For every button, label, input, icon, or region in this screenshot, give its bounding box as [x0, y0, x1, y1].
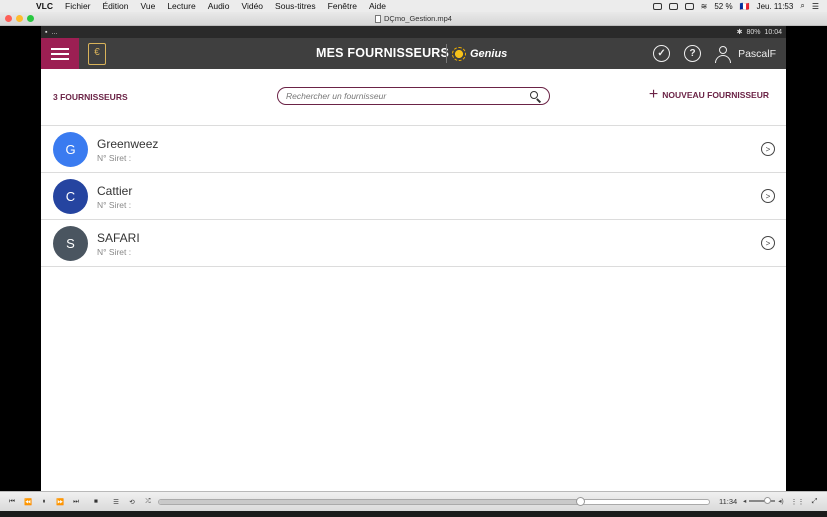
menu-audio[interactable]: Audio — [208, 1, 230, 11]
check-icon[interactable]: ✓ — [653, 45, 671, 62]
playlist-icon[interactable]: ☰ — [109, 496, 123, 507]
bluetooth-icon: ✱ — [736, 29, 743, 36]
user-name: PascalF — [738, 47, 776, 60]
supplier-count: 3 FOURNISSEURS — [53, 92, 128, 102]
fullscreen-icon[interactable]: ⤢ — [808, 496, 821, 507]
player-extra-buttons: ⋮⋮ ⤢ — [791, 496, 821, 507]
new-supplier-label: NOUVEAU FOURNISSEUR — [662, 90, 769, 100]
close-window-button[interactable] — [5, 15, 12, 22]
new-supplier-button[interactable]: + NOUVEAU FOURNISSEUR — [648, 86, 769, 103]
dropbox-icon[interactable] — [652, 2, 662, 10]
sun-icon — [452, 46, 466, 61]
chevron-right-icon[interactable]: > — [761, 189, 775, 203]
menu-app-name[interactable]: VLC — [36, 1, 53, 11]
search-input[interactable]: Rechercher un fournisseur — [277, 87, 550, 105]
header-divider — [446, 44, 447, 63]
supplier-row[interactable]: S SAFARI N° Siret : > — [41, 220, 786, 267]
device-battery: 80% — [746, 28, 761, 36]
hamburger-menu-button[interactable] — [41, 38, 79, 69]
brand-name: Genius — [470, 47, 508, 60]
camera-icon: ▪ — [45, 28, 48, 36]
menu-aide[interactable]: Aide — [369, 1, 386, 11]
seek-handle[interactable] — [575, 497, 585, 506]
user-menu[interactable]: PascalF — [715, 45, 776, 63]
avatar: C — [53, 179, 88, 214]
avatar: S — [53, 226, 88, 261]
rewind-icon[interactable]: ⏪ — [21, 496, 35, 507]
document-icon — [375, 14, 382, 23]
supplier-row[interactable]: C Cattier N° Siret : > — [41, 173, 786, 220]
device-time: 10:04 — [764, 28, 782, 36]
supplier-siret: N° Siret : — [97, 153, 132, 163]
seek-progress — [159, 500, 580, 504]
device-statusbar: ▪ ... ✱ 80% 10:04 — [41, 26, 786, 38]
tablet-screen: ▪ ... ✱ 80% 10:04 € MES FOURNISSEURS Gen… — [41, 26, 786, 491]
supplier-row[interactable]: G Greenweez N° Siret : > — [41, 126, 786, 173]
menu-sous-titres[interactable]: Sous-titres — [275, 1, 316, 11]
equalizer-icon[interactable]: ⋮⋮ — [791, 496, 805, 507]
search-icon[interactable] — [530, 90, 542, 103]
pause-icon[interactable]: ⏸ — [37, 496, 51, 507]
supplier-name: Greenweez — [97, 137, 159, 151]
device-status-left: ... — [51, 28, 58, 36]
menu-fichier[interactable]: Fichier — [65, 1, 91, 11]
stop-icon[interactable]: ■ — [89, 496, 103, 507]
video-area[interactable]: ▪ ... ✱ 80% 10:04 € MES FOURNISSEURS Gen… — [0, 26, 827, 491]
help-icon[interactable]: ? — [684, 45, 702, 62]
menu-vue[interactable]: Vue — [141, 1, 156, 11]
supplier-name: SAFARI — [97, 231, 140, 245]
app-header: € MES FOURNISSEURS Genius ✓ ? PascalF — [41, 38, 786, 69]
loop-icon[interactable]: ⟲ — [125, 496, 139, 507]
search-placeholder: Rechercher un fournisseur — [286, 91, 387, 101]
fast-forward-icon[interactable]: ⏩ — [53, 496, 67, 507]
volume-high-icon[interactable]: ◂) — [778, 497, 783, 505]
notification-icon[interactable]: ☰ — [812, 2, 819, 11]
avatar: G — [53, 132, 88, 167]
chevron-right-icon[interactable]: > — [761, 142, 775, 156]
player-controls: ⏮ ⏪ ⏸ ⏩ ⏭ ■ ☰ ⟲ ⤮ 11:34 ◂ ◂) ⋮⋮ ⤢ — [0, 491, 827, 511]
header-actions: ✓ ? PascalF — [653, 38, 776, 69]
traffic-lights — [5, 15, 34, 22]
plus-icon: + — [648, 86, 659, 103]
supplier-siret: N° Siret : — [97, 247, 132, 257]
elapsed-time: 11:34 — [719, 497, 738, 506]
supplier-siret: N° Siret : — [97, 200, 132, 210]
menu-video[interactable]: Vidéo — [241, 1, 263, 11]
flag-icon[interactable]: 🇫🇷 — [740, 2, 750, 11]
window-title: DÇmo_Gestion.mp4 — [384, 14, 452, 23]
menu-fenetre[interactable]: Fenêtre — [328, 1, 357, 11]
volume-control[interactable]: ◂ ◂) — [743, 497, 784, 505]
menubar-status-area: ≋ 52 % 🇫🇷 Jeu. 11:53 ⌕ ☰ — [652, 0, 819, 12]
menu-edition[interactable]: Édition — [103, 1, 129, 11]
minimize-window-button[interactable] — [16, 15, 23, 22]
euro-ledger-icon[interactable]: € — [88, 42, 106, 65]
cloud-icon[interactable] — [668, 2, 678, 10]
bottom-strip — [0, 511, 827, 517]
menu-lecture[interactable]: Lecture — [167, 1, 195, 11]
page-title: MES FOURNISSEURS — [316, 46, 450, 60]
supplier-name: Cattier — [97, 184, 133, 198]
shuffle-icon[interactable]: ⤮ — [141, 496, 155, 507]
battery-percent[interactable]: 52 % — [714, 2, 732, 11]
user-icon — [715, 45, 732, 63]
menubar-clock[interactable]: Jeu. 11:53 — [757, 2, 794, 11]
mac-menubar: VLC Fichier Édition Vue Lecture Audio Vi… — [0, 0, 827, 12]
list-toolbar: 3 FOURNISSEURS Rechercher un fournisseur… — [41, 69, 786, 125]
spotlight-icon[interactable]: ⌕ — [800, 1, 804, 11]
skip-back-icon[interactable]: ⏮ — [5, 496, 19, 507]
airplay-icon[interactable] — [684, 2, 694, 10]
wifi-icon[interactable]: ≋ — [701, 2, 708, 11]
chevron-right-icon[interactable]: > — [761, 236, 775, 250]
window-titlebar: DÇmo_Gestion.mp4 — [0, 12, 827, 26]
supplier-list: G Greenweez N° Siret : > C Cattier N° Si… — [41, 125, 786, 267]
volume-low-icon[interactable]: ◂ — [743, 497, 746, 505]
volume-handle[interactable] — [764, 497, 772, 504]
zoom-window-button[interactable] — [27, 15, 34, 22]
seek-bar[interactable] — [158, 497, 710, 506]
genius-logo: Genius — [452, 44, 507, 63]
skip-forward-icon[interactable]: ⏭ — [69, 496, 83, 507]
volume-slider[interactable] — [749, 497, 776, 504]
